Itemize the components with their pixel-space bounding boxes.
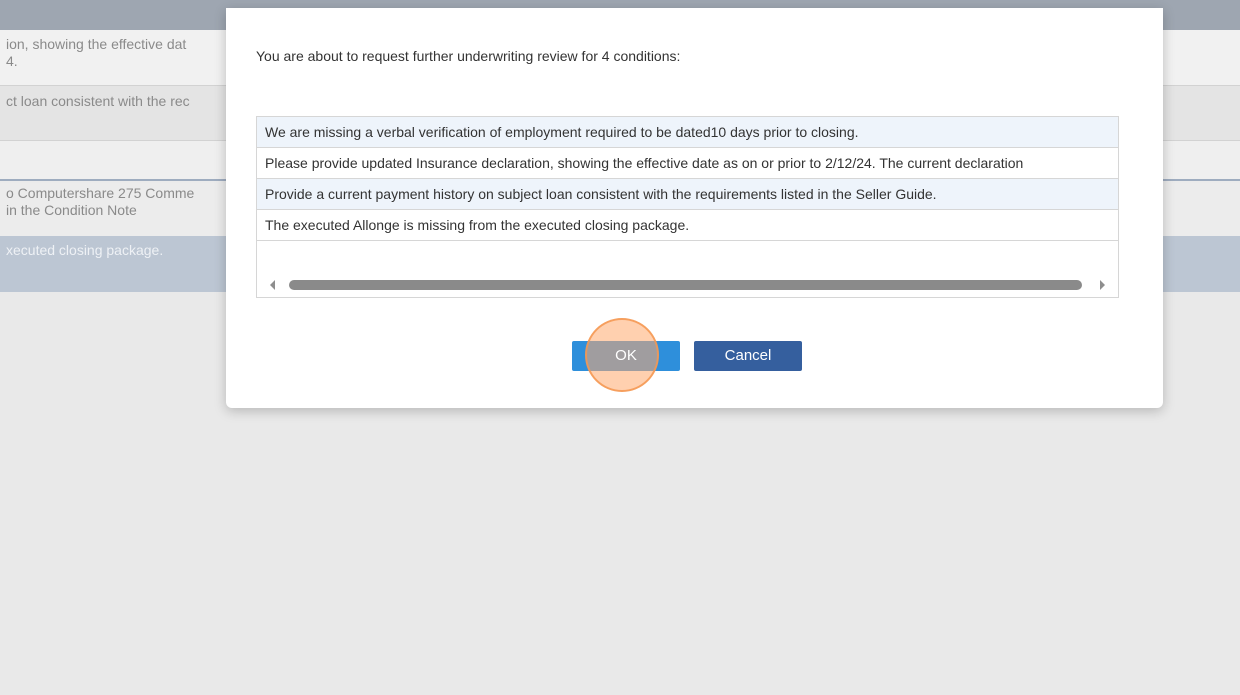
condition-list-item[interactable]: Provide a current payment history on sub… (257, 179, 1118, 210)
scroll-left-arrow-icon[interactable] (270, 280, 275, 290)
condition-list-item[interactable]: We are missing a verbal verification of … (257, 117, 1118, 148)
horizontal-scrollbar[interactable] (257, 273, 1118, 297)
scroll-right-arrow-icon[interactable] (1100, 280, 1105, 290)
condition-list-item[interactable]: Please provide updated Insurance declara… (257, 148, 1118, 179)
dialog-message: You are about to request further underwr… (256, 48, 681, 64)
ok-button[interactable] (572, 341, 680, 371)
conditions-list[interactable]: We are missing a verbal verification of … (256, 116, 1119, 298)
condition-list-item[interactable]: The executed Allonge is missing from the… (257, 210, 1118, 241)
confirm-dialog: You are about to request further underwr… (226, 8, 1163, 408)
scrollbar-thumb[interactable] (289, 280, 1082, 290)
cancel-button[interactable]: Cancel (694, 341, 802, 371)
